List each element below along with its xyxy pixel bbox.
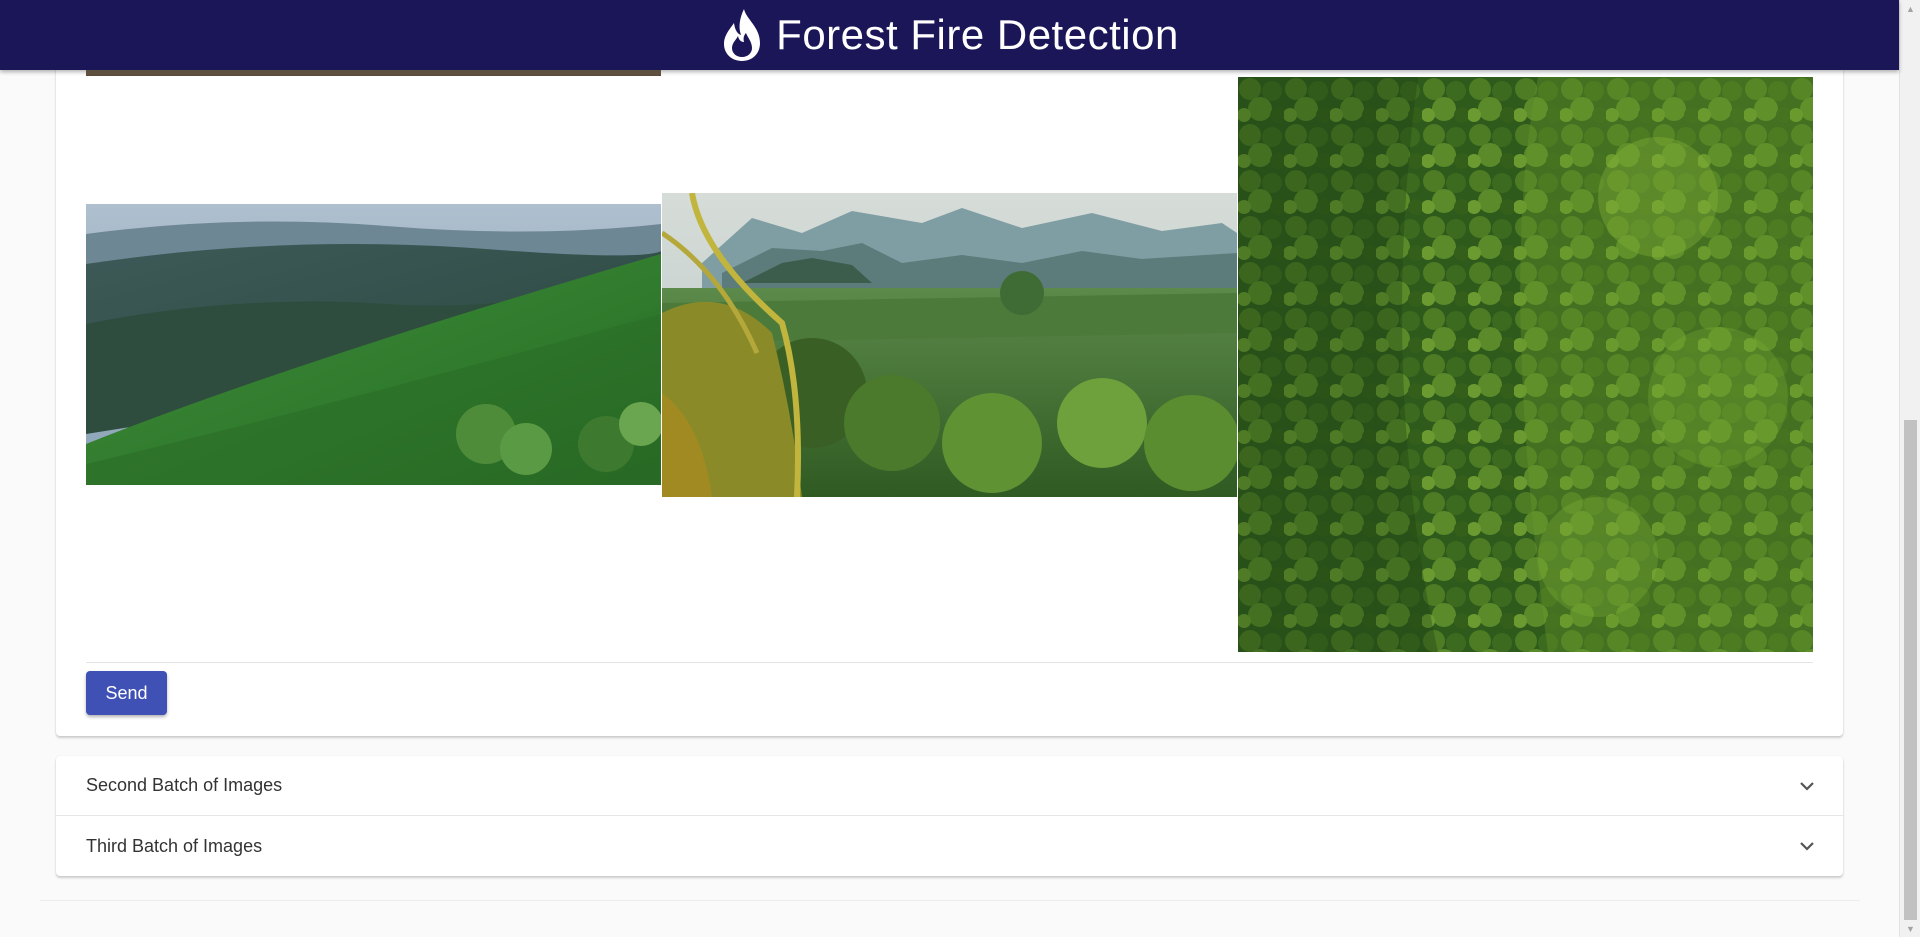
- previous-image-edge: [86, 70, 661, 76]
- accordion-second-batch[interactable]: Second Batch of Images: [56, 756, 1843, 816]
- scrollbar-thumb[interactable]: [1904, 420, 1917, 920]
- app-title: Forest Fire Detection: [776, 11, 1179, 58]
- image-pine-forest-hills: [86, 204, 661, 485]
- flame-icon: [724, 9, 761, 61]
- app-header: Forest Fire Detection: [0, 0, 1899, 70]
- batch-accordion: Second Batch of Images Third Batch of Im…: [56, 756, 1843, 876]
- image-jungle-valley-mountains: [662, 193, 1237, 497]
- page-scrollbar[interactable]: ▲ ▼: [1899, 0, 1920, 937]
- footer-divider: [40, 900, 1860, 901]
- accordion-third-batch[interactable]: Third Batch of Images: [56, 816, 1843, 876]
- card-divider: [86, 662, 1813, 663]
- image-aerial-forest-canopy: [1238, 77, 1813, 652]
- brand: Forest Fire Detection: [720, 7, 1179, 63]
- scroll-down-arrow-icon[interactable]: ▼: [1900, 920, 1920, 937]
- chevron-down-icon[interactable]: [1795, 774, 1819, 798]
- chevron-down-icon[interactable]: [1795, 834, 1819, 858]
- accordion-third-batch-label: Third Batch of Images: [86, 835, 263, 856]
- send-button[interactable]: Send: [86, 671, 167, 715]
- scroll-up-arrow-icon[interactable]: ▲: [1900, 0, 1920, 17]
- accordion-second-batch-label: Second Batch of Images: [86, 775, 283, 795]
